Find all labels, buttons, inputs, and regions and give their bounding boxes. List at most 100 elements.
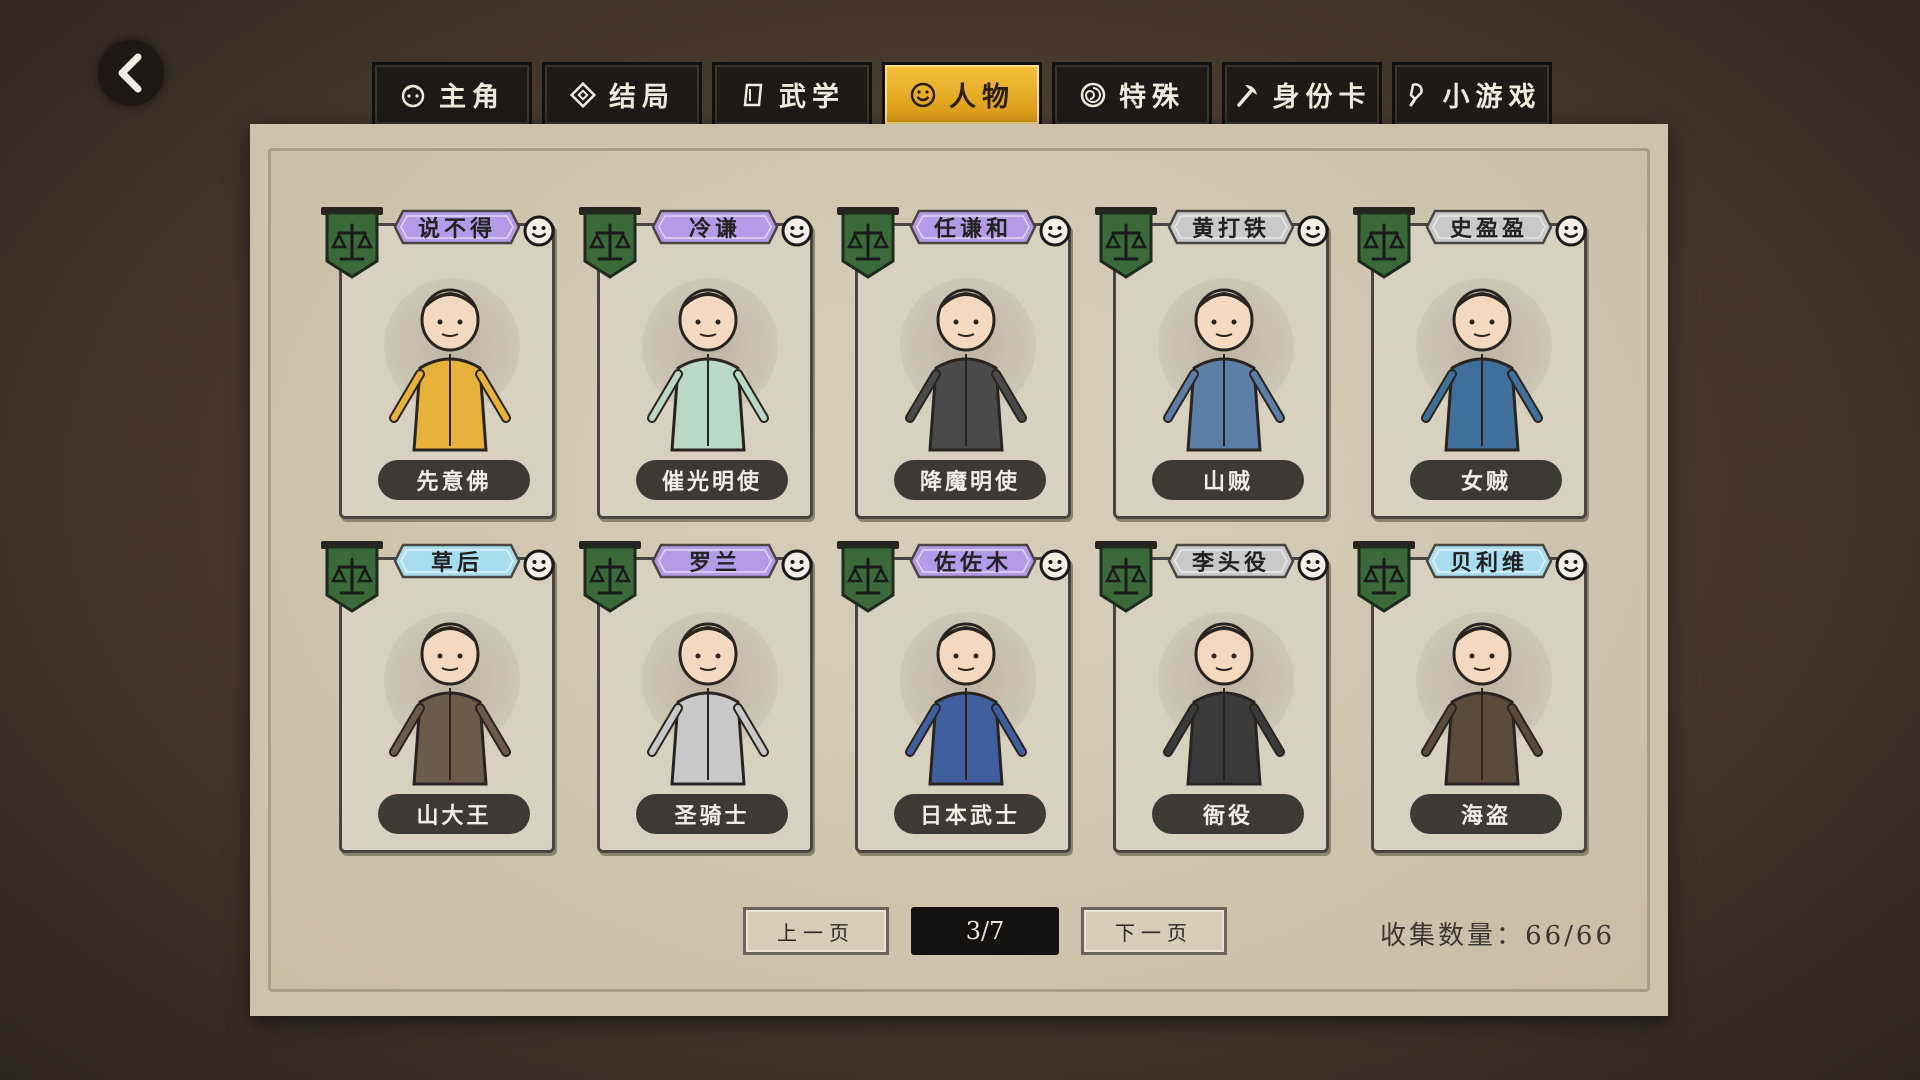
category-tabs: 主角 结局 武学 人物 特殊 身份卡 小游戏: [372, 62, 1552, 124]
smiley-icon: [1039, 549, 1071, 581]
swirl-icon: [1080, 82, 1106, 107]
tab-minigames[interactable]: 小游戏: [1392, 62, 1552, 124]
tab-label: 武学: [779, 82, 845, 113]
character-tag-label: 罗兰: [688, 550, 741, 576]
tab-protagonist[interactable]: 主角: [372, 62, 532, 124]
character-tag-label: 冷谦: [688, 216, 741, 242]
panel-inner-frame: 先意佛 说不得 催光明使 冷谦 降魔明使 任谦和 山贼 黄打铁 女贼 史盈盈 山…: [268, 148, 1650, 992]
smiley-icon: [1297, 215, 1329, 247]
character-portrait: [905, 622, 1027, 786]
character-tag: 黄打铁: [1167, 207, 1295, 247]
tab-label: 身份卡: [1272, 82, 1372, 113]
prev-page-button[interactable]: 上一页: [743, 907, 889, 955]
character-name: 日本武士: [894, 794, 1046, 834]
tab-identity-card[interactable]: 身份卡: [1222, 62, 1382, 124]
smiley-icon: [1039, 215, 1071, 247]
character-name: 衙役: [1152, 794, 1304, 834]
character-portrait: [389, 622, 511, 786]
character-tag: 佐佐木: [909, 541, 1037, 581]
character-card[interactable]: 先意佛 说不得: [319, 207, 555, 519]
scale-banner-icon: [1353, 207, 1415, 279]
character-tag-label: 佐佐木: [933, 550, 1012, 576]
character-card[interactable]: 催光明使 冷谦: [577, 207, 813, 519]
smiley-icon: [1297, 549, 1329, 581]
character-card[interactable]: 山贼 黄打铁: [1093, 207, 1329, 519]
character-name: 降魔明使: [894, 460, 1046, 500]
character-portrait: [647, 622, 769, 786]
scale-banner-icon: [579, 207, 641, 279]
character-name: 女贼: [1410, 460, 1562, 500]
scale-banner-icon: [837, 541, 899, 613]
smiley-icon: [1555, 215, 1587, 247]
smiley-icon: [781, 549, 813, 581]
tab-label: 人物: [949, 82, 1015, 113]
scale-banner-icon: [1095, 541, 1157, 613]
tab-label: 特殊: [1119, 82, 1185, 113]
character-tag: 说不得: [393, 207, 521, 247]
pagination: 上一页 3/7 下一页: [743, 907, 1227, 955]
character-name: 圣骑士: [636, 794, 788, 834]
tab-martial-arts[interactable]: 武学: [712, 62, 872, 124]
smiley-icon: [1555, 549, 1587, 581]
smiley-icon: [523, 549, 555, 581]
character-tag: 史盈盈: [1425, 207, 1553, 247]
character-tag: 贝利维: [1425, 541, 1553, 581]
character-card[interactable]: 圣骑士 罗兰: [577, 541, 813, 853]
tab-label: 结局: [609, 82, 675, 113]
chevron-left-icon: [118, 53, 142, 93]
back-button[interactable]: [98, 40, 164, 106]
smiley-icon: [523, 215, 555, 247]
character-name: 海盗: [1410, 794, 1562, 834]
tab-endings[interactable]: 结局: [542, 62, 702, 124]
tab-label: 小游戏: [1442, 82, 1542, 113]
character-tag: 李头役: [1167, 541, 1295, 581]
character-tag: 草后: [393, 541, 521, 581]
collection-count: 收集数量：66/66: [1380, 915, 1615, 952]
character-tag: 冷谦: [651, 207, 779, 247]
smiley-icon: [781, 215, 813, 247]
character-card[interactable]: 山大王 草后: [319, 541, 555, 853]
scale-banner-icon: [321, 541, 383, 613]
character-card[interactable]: 海盗 贝利维: [1351, 541, 1587, 853]
tab-characters[interactable]: 人物: [882, 62, 1042, 124]
tab-special[interactable]: 特殊: [1052, 62, 1212, 124]
face-outline-icon: [401, 84, 425, 107]
character-grid: 先意佛 说不得 催光明使 冷谦 降魔明使 任谦和 山贼 黄打铁 女贼 史盈盈 山…: [319, 207, 1587, 853]
character-portrait: [1421, 622, 1543, 786]
character-tag-label: 任谦和: [933, 216, 1012, 242]
character-card[interactable]: 降魔明使 任谦和: [835, 207, 1071, 519]
character-name: 山大王: [378, 794, 530, 834]
pickaxe-icon: [1236, 84, 1257, 107]
character-tag-label: 草后: [430, 550, 483, 576]
controller-icon: [1409, 82, 1423, 106]
character-portrait: [1163, 622, 1285, 786]
character-portrait: [647, 288, 769, 452]
next-page-button[interactable]: 下一页: [1081, 907, 1227, 955]
scale-banner-icon: [579, 541, 641, 613]
scale-banner-icon: [1353, 541, 1415, 613]
diamond-icon: [569, 81, 597, 108]
character-name: 先意佛: [378, 460, 530, 500]
character-tag-label: 史盈盈: [1449, 216, 1528, 242]
collection-label: 收集数量：: [1380, 921, 1526, 951]
character-card[interactable]: 衙役 李头役: [1093, 541, 1329, 853]
tab-label: 主角: [439, 82, 505, 113]
character-name: 山贼: [1152, 460, 1304, 500]
character-name: 催光明使: [636, 460, 788, 500]
character-portrait: [905, 288, 1027, 452]
collection-value: 66/66: [1525, 921, 1615, 951]
character-tag-label: 李头役: [1191, 550, 1270, 576]
character-tag-label: 说不得: [417, 216, 496, 242]
character-card[interactable]: 女贼 史盈盈: [1351, 207, 1587, 519]
character-portrait: [1421, 288, 1543, 452]
book-icon: [743, 83, 763, 106]
scale-banner-icon: [1095, 207, 1157, 279]
scale-banner-icon: [837, 207, 899, 279]
smiley-icon: [910, 82, 936, 107]
character-tag: 罗兰: [651, 541, 779, 581]
character-tag-label: 贝利维: [1449, 550, 1528, 576]
character-card[interactable]: 日本武士 佐佐木: [835, 541, 1071, 853]
character-panel: 先意佛 说不得 催光明使 冷谦 降魔明使 任谦和 山贼 黄打铁 女贼 史盈盈 山…: [250, 124, 1668, 1016]
page-indicator: 3/7: [911, 907, 1059, 955]
character-tag: 任谦和: [909, 207, 1037, 247]
